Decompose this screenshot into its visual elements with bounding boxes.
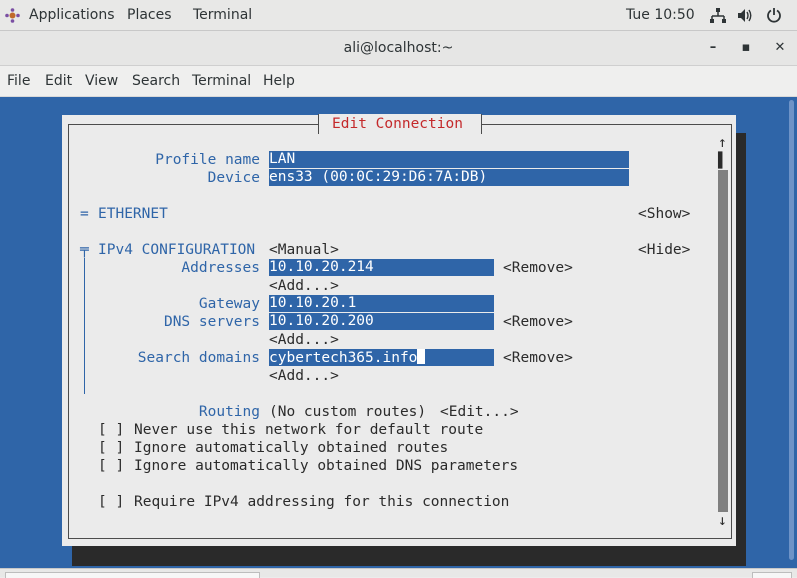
search-domain-remove-button[interactable]: <Remove> — [503, 349, 573, 367]
ethernet-marker: = — [80, 206, 89, 222]
gateway-field[interactable]: 10.10.20.1 — [269, 295, 494, 312]
menu-bar: File Edit View Search Terminal Help — [0, 66, 797, 97]
applications-menu[interactable]: Applications — [29, 7, 115, 23]
never-default-label: Never use this network for default route — [134, 422, 484, 438]
ethernet-section-label: ETHERNET — [98, 206, 168, 222]
menu-help[interactable]: Help — [263, 73, 295, 89]
maximize-button[interactable]: ▪ — [738, 40, 754, 56]
minimize-button[interactable]: – — [705, 40, 721, 56]
dns-add-button[interactable]: <Add...> — [269, 331, 339, 349]
routing-edit-button[interactable]: <Edit...> — [440, 403, 519, 421]
dialog-scrollbar-track[interactable] — [718, 170, 728, 512]
window-list-bar — [0, 568, 797, 578]
address-field[interactable]: 10.10.20.214 — [269, 259, 494, 276]
ipv4-section-line — [84, 258, 85, 394]
ipv4-marker: ╤ — [80, 242, 89, 258]
addresses-label: Addresses — [181, 260, 260, 276]
window-title: ali@localhost:~ — [343, 40, 454, 56]
profile-name-label: Profile name — [155, 152, 260, 168]
search-domains-label: Search domains — [137, 350, 260, 366]
ipv4-section-label: IPv4 CONFIGURATION — [98, 242, 256, 258]
top-panel: Applications Places Terminal Tue 10:50 — [0, 0, 797, 31]
profile-name-field[interactable]: LAN — [269, 151, 629, 168]
power-icon[interactable] — [766, 7, 782, 23]
dns-remove-button[interactable]: <Remove> — [503, 313, 573, 331]
terminal-scrollbar-thumb[interactable] — [789, 100, 794, 560]
device-label: Device — [207, 170, 260, 186]
clock[interactable]: Tue 10:50 — [626, 7, 695, 23]
gateway-label: Gateway — [198, 296, 260, 312]
dns-field[interactable]: 10.10.20.200 — [269, 313, 494, 330]
ipv4-hide-button[interactable]: <Hide> — [638, 241, 690, 259]
menu-file[interactable]: File — [7, 73, 30, 89]
applications-icon[interactable] — [5, 8, 20, 23]
menu-search[interactable]: Search — [132, 73, 180, 89]
address-add-button[interactable]: <Add...> — [269, 277, 339, 295]
ignore-routes-label: Ignore automatically obtained routes — [134, 440, 449, 456]
never-default-checkbox[interactable]: [ ] — [98, 421, 124, 439]
places-menu[interactable]: Places — [127, 7, 172, 23]
text-cursor — [417, 349, 426, 364]
dns-label: DNS servers — [163, 314, 260, 330]
search-domain-field[interactable]: cybertech365.info — [269, 349, 494, 366]
window-list-item[interactable] — [5, 572, 260, 578]
address-remove-button[interactable]: <Remove> — [503, 259, 573, 277]
terminal-app-menu[interactable]: Terminal — [193, 7, 252, 23]
scroll-thumb[interactable]: ▌ — [718, 152, 727, 170]
menu-terminal[interactable]: Terminal — [192, 73, 251, 89]
window-titlebar[interactable]: ali@localhost:~ – ▪ ✕ — [0, 31, 797, 66]
ethernet-show-button[interactable]: <Show> — [638, 205, 690, 223]
ignore-routes-checkbox[interactable]: [ ] — [98, 439, 124, 457]
volume-icon[interactable] — [737, 8, 754, 23]
menu-edit[interactable]: Edit — [45, 73, 72, 89]
workspace-indicator[interactable] — [752, 572, 792, 578]
routing-label: Routing — [198, 404, 260, 420]
ignore-dns-label: Ignore automatically obtained DNS parame… — [134, 458, 519, 474]
menu-view[interactable]: View — [85, 73, 118, 89]
require-ipv4-checkbox[interactable]: [ ] — [98, 493, 124, 511]
search-domain-add-button[interactable]: <Add...> — [269, 367, 339, 385]
close-button[interactable]: ✕ — [772, 40, 788, 56]
dialog-shadow — [72, 546, 746, 566]
scroll-down-arrow[interactable]: ↓ — [718, 512, 727, 530]
scroll-up-arrow[interactable]: ↑ — [718, 134, 727, 152]
device-field[interactable]: ens33 (00:0C:29:D6:7A:DB) — [269, 169, 629, 186]
require-ipv4-label: Require IPv4 addressing for this connect… — [134, 494, 510, 510]
search-domain-value: cybertech365.info — [269, 350, 418, 366]
network-icon[interactable] — [710, 8, 726, 23]
dialog-shadow-right — [736, 133, 746, 565]
ipv4-method-dropdown[interactable]: <Manual> — [269, 241, 339, 259]
routing-value: (No custom routes) — [269, 404, 427, 420]
ignore-dns-checkbox[interactable]: [ ] — [98, 457, 124, 475]
dialog-title: Edit Connection — [332, 116, 463, 132]
